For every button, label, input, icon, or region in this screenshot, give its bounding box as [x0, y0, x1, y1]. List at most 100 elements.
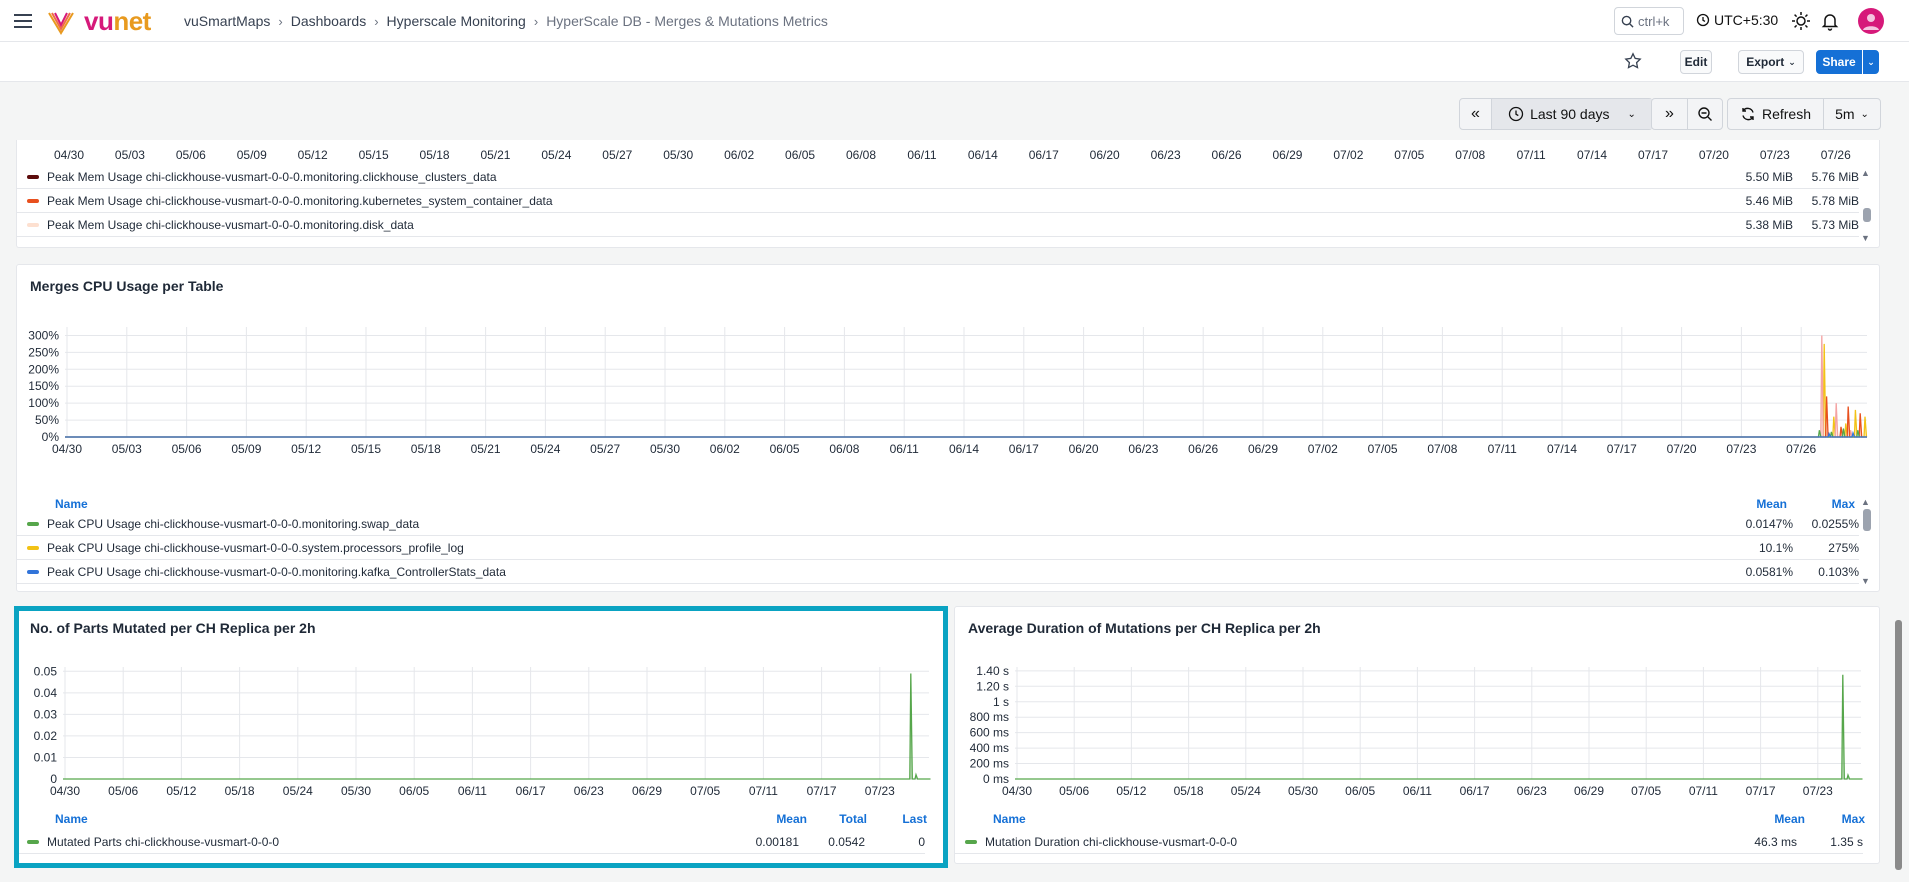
- x-tick-label: 07/02: [1308, 442, 1338, 456]
- theme-toggle-icon[interactable]: [1791, 11, 1811, 31]
- share-options-button[interactable]: ⌄: [1863, 50, 1879, 74]
- series-max-value: 5.78 MiB: [1811, 194, 1859, 208]
- time-range-select[interactable]: Last 90 days ⌄: [1492, 99, 1652, 129]
- series-line[interactable]: [65, 428, 1867, 438]
- legend-header-max[interactable]: Max: [1805, 497, 1855, 511]
- mem-x-tick-label: 05/15: [358, 148, 389, 162]
- legend-row[interactable]: Mutated Parts chi-clickhouse-vusmart-0-0…: [17, 831, 925, 854]
- search-box[interactable]: ctrl+k: [1614, 7, 1684, 35]
- x-tick-label: 06/11: [890, 442, 919, 456]
- cpu-legend-scrollbar[interactable]: [1863, 509, 1871, 531]
- scroll-down-arrow-icon[interactable]: ▼: [1861, 576, 1870, 586]
- mem-x-tick-label: 05/18: [419, 148, 450, 162]
- refresh-interval-select[interactable]: 5m ⌄: [1824, 99, 1880, 129]
- series-line[interactable]: [65, 430, 1867, 438]
- y-tick-label: 1.40 s: [976, 664, 1009, 678]
- x-tick-label: 07/17: [1607, 442, 1637, 456]
- legend-header-max[interactable]: Max: [1815, 812, 1865, 826]
- series-max-value: 5.73 MiB: [1811, 218, 1859, 232]
- legend-row[interactable]: Peak CPU Usage chi-clickhouse-vusmart-0-…: [17, 513, 1859, 536]
- time-range-label: Last 90 days: [1530, 106, 1610, 122]
- cpu-chart[interactable]: 0%50%100%150%200%250%300%04/30 05/03 05/06…: [17, 315, 1881, 495]
- legend-header-mean[interactable]: Mean: [757, 812, 807, 826]
- refresh-button[interactable]: Refresh: [1728, 99, 1824, 129]
- mem-x-tick-label: 05/06: [175, 148, 206, 162]
- legend-header-name[interactable]: Name: [993, 812, 1026, 826]
- merges-cpu-panel: Merges CPU Usage per Table 0% 50% 100% 150%…: [16, 264, 1880, 592]
- time-back-button[interactable]: «: [1460, 99, 1492, 129]
- share-button[interactable]: Share: [1816, 50, 1862, 74]
- breadcrumb-dashboards[interactable]: Dashboards: [291, 13, 367, 29]
- panel-title: Merges CPU Usage per Table: [30, 278, 224, 294]
- legend-header-name[interactable]: Name: [55, 497, 88, 511]
- x-tick-label: 06/05: [1345, 784, 1375, 798]
- mem-x-tick-label: 07/20: [1698, 148, 1729, 162]
- refresh-group: Refresh 5m ⌄: [1727, 98, 1881, 130]
- x-tick-label: 06/20: [1069, 442, 1099, 456]
- x-tick-label: 05/30: [341, 784, 371, 798]
- x-tick-label: 07/05: [1631, 784, 1661, 798]
- search-icon: [1621, 15, 1634, 28]
- x-tick-label: 05/30: [650, 442, 680, 456]
- legend-row[interactable]: Peak Mem Usage chi-clickhouse-vusmart-0-…: [17, 214, 1859, 237]
- x-tick-label: 05/12: [1116, 784, 1146, 798]
- legend-row[interactable]: Mutation Duration chi-clickhouse-vusmart…: [955, 831, 1863, 854]
- mem-x-tick-label: 05/12: [297, 148, 328, 162]
- mem-x-tick-label: 05/03: [114, 148, 145, 162]
- legend-row[interactable]: Peak CPU Usage chi-clickhouse-vusmart-0-…: [17, 561, 1859, 584]
- legend-header-name[interactable]: Name: [55, 812, 88, 826]
- x-tick-label: 06/17: [1460, 784, 1490, 798]
- export-button[interactable]: Export ⌄: [1738, 50, 1804, 74]
- menu-icon[interactable]: [12, 10, 34, 32]
- breadcrumb-hyperscale-monitoring[interactable]: Hyperscale Monitoring: [387, 13, 526, 29]
- mem-x-tick-label: 06/11: [907, 148, 937, 162]
- mem-legend-scrollbar[interactable]: [1863, 208, 1871, 222]
- series-line[interactable]: [65, 343, 1868, 438]
- scroll-down-arrow-icon[interactable]: ▼: [1861, 233, 1870, 243]
- mem-x-tick-label: 05/24: [541, 148, 572, 162]
- zoom-out-button[interactable]: [1688, 99, 1722, 129]
- series-name: Mutation Duration chi-clickhouse-vusmart…: [985, 835, 1238, 849]
- favorite-star-icon[interactable]: [1624, 52, 1642, 70]
- series-mean-value: 5.46 MiB: [1745, 194, 1793, 208]
- scroll-up-arrow-icon[interactable]: ▲: [1861, 168, 1870, 178]
- series-max-value: 0.0255%: [1811, 517, 1859, 531]
- x-tick-label: 06/05: [399, 784, 429, 798]
- time-forward-button[interactable]: »: [1652, 99, 1688, 129]
- timezone-selector[interactable]: UTC+5:30: [1696, 12, 1778, 28]
- chevron-down-icon: ⌄: [1627, 108, 1636, 120]
- mem-x-tick-label: 05/09: [236, 148, 267, 162]
- legend-header-last[interactable]: Last: [877, 812, 927, 826]
- clock-icon: [1508, 106, 1524, 122]
- panel-title: Average Duration of Mutations per CH Rep…: [968, 620, 1321, 636]
- legend-row[interactable]: Peak Mem Usage chi-clickhouse-vusmart-0-…: [17, 166, 1859, 189]
- x-tick-label: 05/18: [225, 784, 255, 798]
- user-avatar[interactable]: [1858, 8, 1884, 34]
- breadcrumb-vusmartmaps[interactable]: vuSmartMaps: [184, 13, 270, 29]
- notification-bell-icon[interactable]: [1820, 11, 1840, 31]
- series-line[interactable]: [63, 673, 931, 780]
- y-tick-label: 0.05: [34, 664, 58, 678]
- legend-row[interactable]: Peak CPU Usage chi-clickhouse-vusmart-0-…: [17, 537, 1859, 560]
- edit-button[interactable]: Edit: [1680, 50, 1712, 74]
- y-tick-label: 0.03: [34, 707, 58, 721]
- series-line[interactable]: [65, 396, 1867, 438]
- series-max-value: 1.35 s: [1830, 835, 1863, 849]
- x-tick-label: 07/17: [807, 784, 837, 798]
- legend-row[interactable]: Peak Mem Usage chi-clickhouse-vusmart-0-…: [17, 190, 1859, 213]
- double-chevron-right-icon: »: [1665, 105, 1674, 122]
- vunet-logo[interactable]: vunet: [46, 6, 151, 37]
- x-tick-label: 06/14: [949, 442, 979, 456]
- x-tick-label: 05/15: [351, 442, 381, 456]
- scroll-up-arrow-icon[interactable]: ▲: [1861, 497, 1870, 507]
- legend-header-total[interactable]: Total: [817, 812, 867, 826]
- legend-header-mean[interactable]: Mean: [1755, 812, 1805, 826]
- legend-header-mean[interactable]: Mean: [1737, 497, 1787, 511]
- page-scrollbar[interactable]: [1895, 620, 1902, 870]
- x-tick-label: 06/02: [710, 442, 740, 456]
- x-tick-label: 07/20: [1667, 442, 1697, 456]
- mem-x-tick-label: 07/14: [1577, 148, 1608, 162]
- breadcrumb-current-dashboard: HyperScale DB - Merges & Mutations Metri…: [546, 13, 828, 29]
- parts-mutated-chart[interactable]: 00.010.020.030.040.0504/30 05/06 05/12 05/1…: [17, 657, 947, 812]
- mutation-duration-chart[interactable]: 0 ms200 ms400 ms600 ms800 ms1 s1.20 s1.4…: [955, 657, 1881, 812]
